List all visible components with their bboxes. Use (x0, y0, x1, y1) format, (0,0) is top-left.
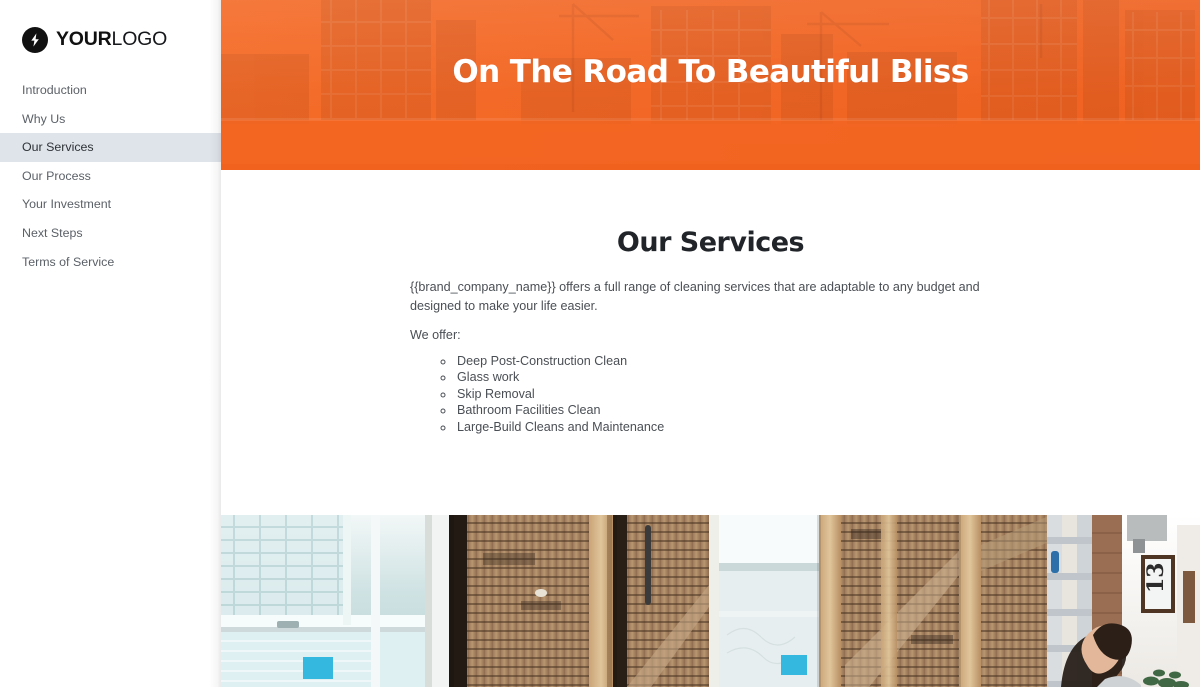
list-item: Glass work (455, 369, 1020, 386)
logo-text-light: LOGO (111, 28, 168, 51)
sidebar-item-terms-of-service[interactable]: Terms of Service (0, 248, 221, 277)
content-panel: On The Road To Beautiful Bliss Our Servi… (221, 0, 1200, 687)
page-title: Our Services (616, 227, 805, 258)
logo[interactable]: YOURLOGO (22, 27, 167, 53)
sidebar-item-our-services[interactable]: Our Services (0, 133, 221, 162)
lightning-bolt-icon (22, 27, 48, 53)
services-section: Our Services {{brand_company_name}} offe… (221, 170, 1200, 515)
intro-paragraph: {{brand_company_name}} offers a full ran… (410, 280, 980, 313)
proposal-page: YOURLOGO Introduction Why Us Our Service… (0, 0, 1200, 687)
list-item: Large-Build Cleans and Maintenance (455, 419, 1020, 436)
list-item: Deep Post-Construction Clean (455, 353, 1020, 370)
hero-title: On The Road To Beautiful Bliss (452, 54, 969, 90)
logo-text-bold: YOUR (56, 28, 112, 51)
sidebar-item-introduction[interactable]: Introduction (0, 76, 221, 105)
sidebar-item-your-investment[interactable]: Your Investment (0, 190, 221, 219)
hero-banner: On The Road To Beautiful Bliss (221, 0, 1200, 170)
list-item: Skip Removal (455, 386, 1020, 403)
sidebar-item-why-us[interactable]: Why Us (0, 105, 221, 134)
sidebar: YOURLOGO Introduction Why Us Our Service… (0, 0, 221, 687)
sidebar-item-our-process[interactable]: Our Process (0, 162, 221, 191)
sidebar-nav: Introduction Why Us Our Services Our Pro… (0, 76, 221, 276)
sidebar-item-next-steps[interactable]: Next Steps (0, 219, 221, 248)
svg-text:13: 13 (1143, 562, 1169, 593)
services-list: Deep Post-Construction Clean Glass work … (410, 353, 1020, 436)
offer-label: We offer: (410, 328, 461, 343)
list-item: Bathroom Facilities Clean (455, 402, 1020, 419)
logo-text: YOURLOGO (56, 30, 167, 50)
renovation-photo: 13 (221, 515, 1200, 687)
services-body: {{brand_company_name}} offers a full ran… (410, 278, 1020, 435)
